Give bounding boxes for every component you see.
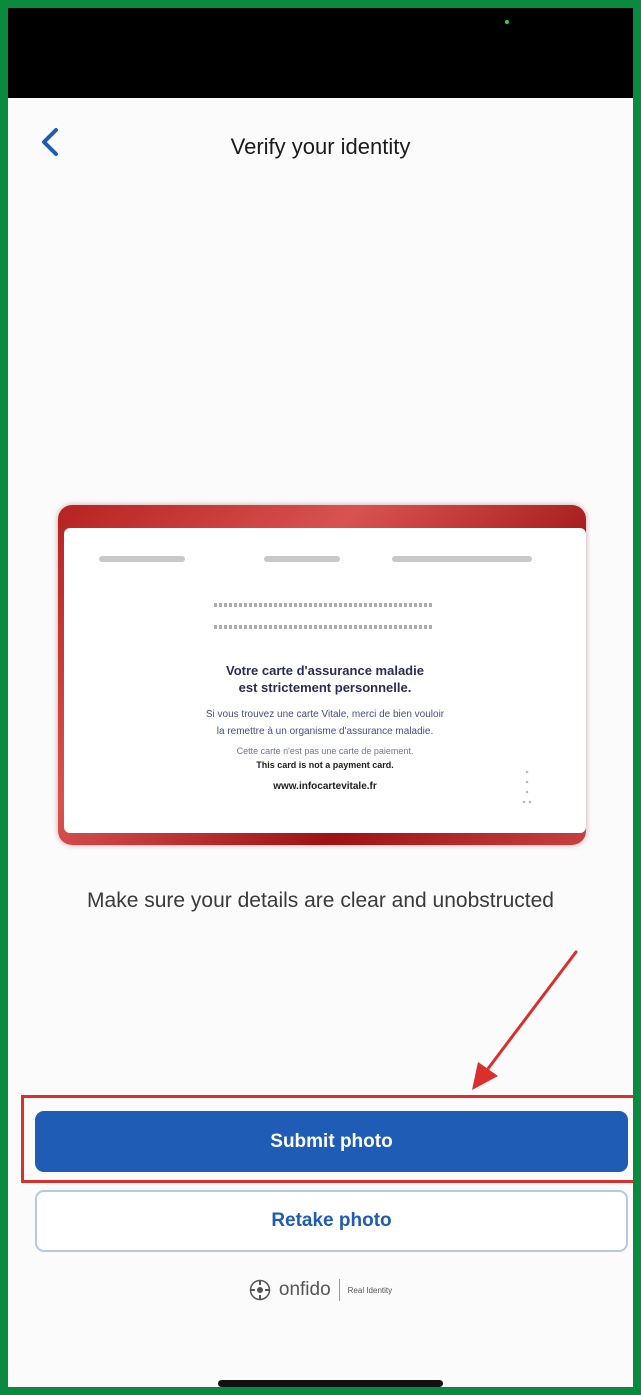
brand-tagline: Real Identity — [347, 1285, 393, 1295]
retake-photo-button[interactable]: Retake photo — [35, 1190, 628, 1252]
document-photo-preview: Votre carte d'assurance maladie est stri… — [58, 505, 586, 845]
card-heading: est strictement personnelle. — [238, 680, 412, 695]
card-dots-icon — [522, 770, 532, 804]
card-heading: Votre carte d'assurance maladie — [226, 663, 424, 678]
redacted-field — [264, 556, 340, 562]
onfido-logo-icon — [249, 1279, 271, 1301]
health-card-back: Votre carte d'assurance maladie est stri… — [64, 528, 586, 833]
brand-name: onfido — [278, 1279, 331, 1300]
card-website: www.infocartevitale.fr — [273, 781, 377, 792]
brand-divider — [338, 1279, 340, 1301]
powered-by-footer: onfido Real Identity — [8, 1275, 633, 1305]
card-text: la remettre à un organisme d'assurance m… — [216, 726, 434, 737]
submit-photo-button[interactable]: Submit photo — [35, 1111, 628, 1172]
card-text: Si vous trouvez une carte Vitale, merci … — [205, 709, 445, 720]
home-indicator[interactable] — [218, 1380, 443, 1387]
camera-indicator-icon — [505, 20, 509, 24]
status-bar — [8, 8, 633, 98]
screen-frame: Verify your identity Votre carte d'assur… — [0, 0, 641, 1395]
redacted-field — [392, 556, 532, 562]
instruction-text: Make sure your details are clear and uno… — [87, 889, 554, 912]
machine-readable-line — [214, 603, 432, 607]
page-title: Verify your identity — [230, 134, 411, 159]
annotation-arrow-icon — [472, 950, 578, 1090]
card-note: This card is not a payment card. — [256, 760, 394, 770]
nav-bar: Verify your identity — [8, 98, 633, 198]
machine-readable-line — [214, 625, 432, 629]
card-note: Cette carte n'est pas une carte de paiem… — [236, 746, 414, 756]
redacted-field — [99, 556, 185, 562]
